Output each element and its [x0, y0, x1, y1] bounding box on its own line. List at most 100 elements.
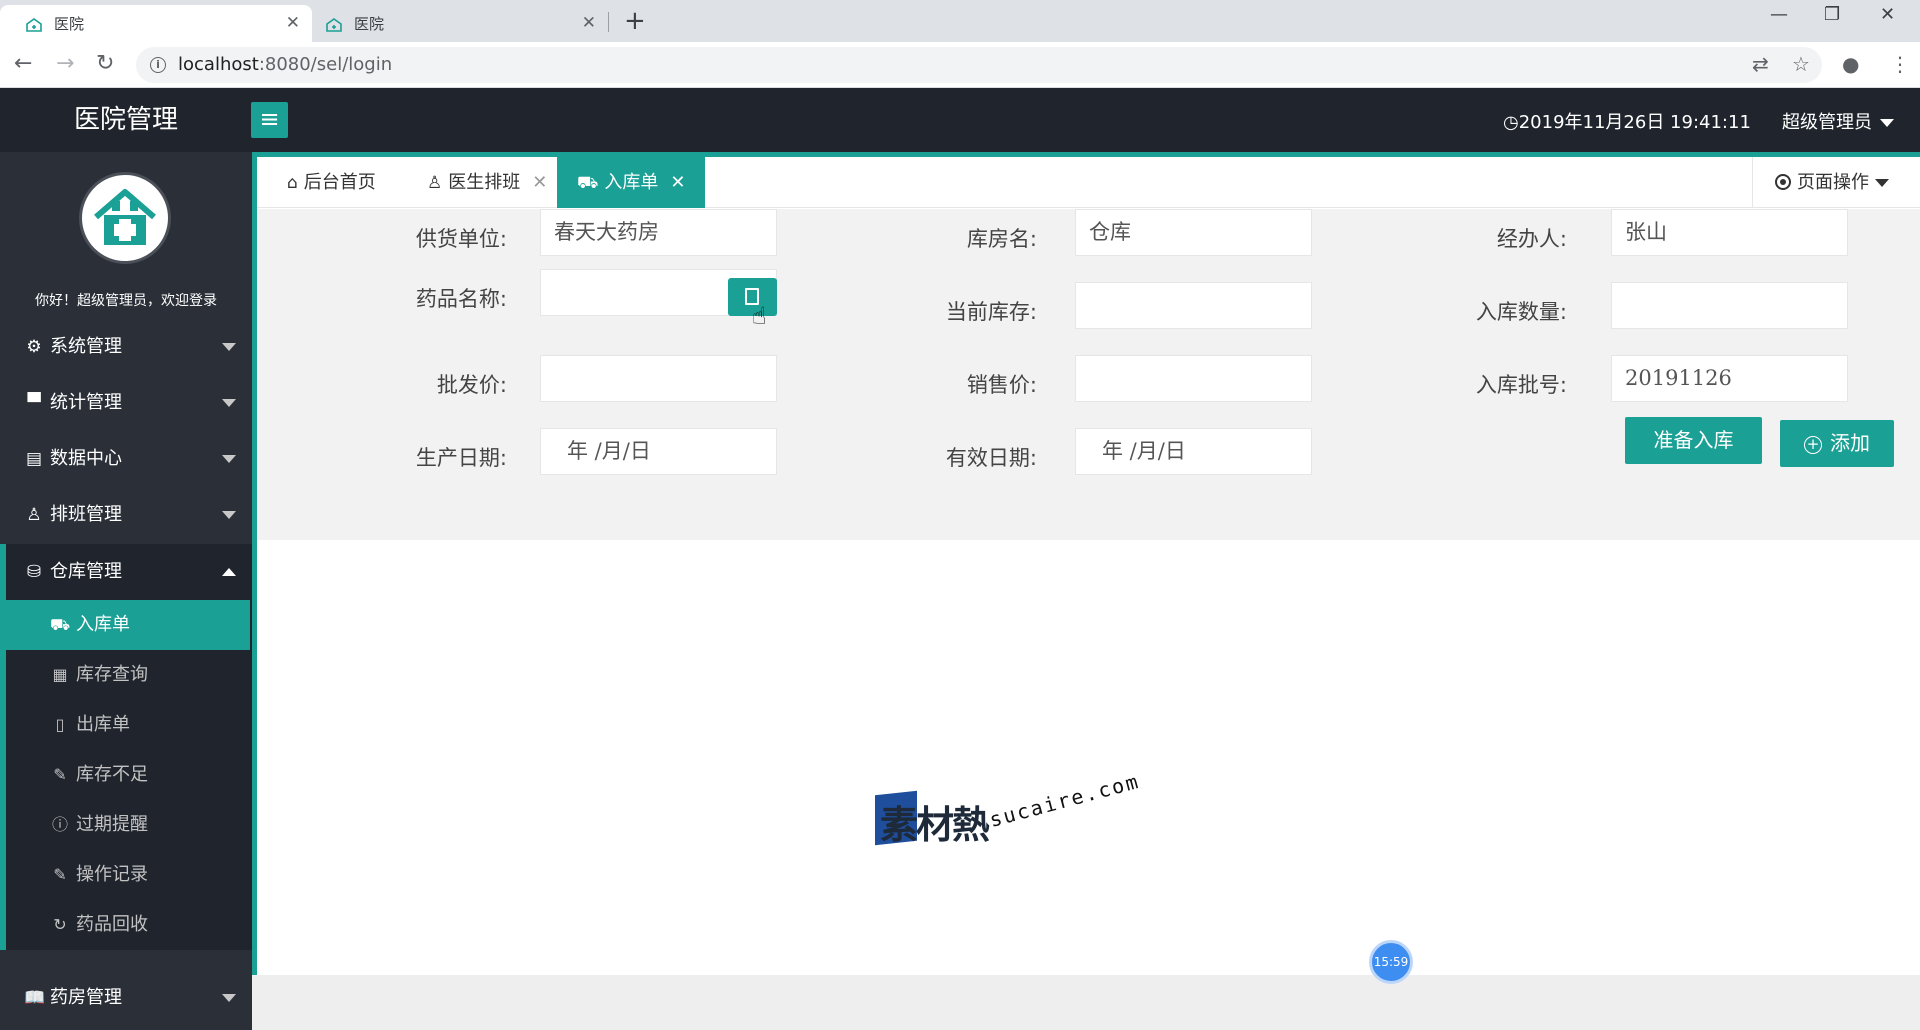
wholesale-price-input[interactable]: [540, 355, 777, 402]
cart-icon: ⛟: [50, 615, 71, 634]
timer-badge[interactable]: 15:59: [1369, 940, 1413, 984]
chevron-down-icon: [222, 343, 236, 351]
chevron-down-icon: [1875, 179, 1889, 187]
sidebar-item-label: 仓库管理: [50, 561, 122, 582]
hamburger-menu-icon[interactable]: ≡: [251, 102, 288, 138]
sidebar-subitem-expiry-alert[interactable]: ⓘ 过期提醒: [6, 800, 250, 850]
translate-icon[interactable]: ⇄: [1752, 52, 1769, 76]
sidebar-item-label: 统计管理: [50, 392, 122, 413]
sidebar-item-data-center[interactable]: ▤ 数据中心: [0, 431, 252, 487]
close-window-icon[interactable]: ✕: [1880, 4, 1895, 25]
hand-cursor-icon: ☝: [752, 302, 767, 330]
prod-date-label: 生产日期:: [415, 446, 507, 470]
browser-tab-bar: 医院 ✕ 医院 ✕ + — ❐ ✕: [0, 0, 1920, 42]
tab-home[interactable]: ⌂ 后台首页: [267, 157, 376, 208]
close-icon[interactable]: ✕: [670, 172, 685, 193]
minimize-icon[interactable]: —: [1770, 4, 1788, 25]
chevron-down-icon: [222, 994, 236, 1002]
url-omnibox[interactable]: i localhost:8080/sel/login: [136, 47, 1822, 83]
plus-circle-icon: +: [1804, 436, 1822, 454]
kebab-menu-icon[interactable]: ⋮: [1890, 52, 1910, 76]
sidebar-item-scheduling[interactable]: ♙ 排班管理: [0, 487, 252, 543]
tab-label: 入库单: [604, 172, 659, 193]
sidebar-subitem-stock-out[interactable]: ▯ 出库单: [6, 700, 250, 750]
info-icon: ⓘ: [51, 815, 68, 834]
exp-date-input[interactable]: 年 /月/日: [1075, 428, 1312, 475]
user-icon: ♙: [427, 173, 443, 193]
in-qty-label: 入库数量:: [1475, 300, 1567, 324]
browser-tab-1[interactable]: 医院 ✕: [0, 5, 312, 42]
star-icon[interactable]: ☆: [1792, 52, 1810, 76]
close-tab-icon[interactable]: ✕: [582, 13, 596, 33]
close-tab-icon[interactable]: ✕: [286, 13, 300, 33]
chevron-down-icon: [222, 511, 236, 519]
app-brand: 医院管理: [73, 105, 178, 135]
prod-date-input[interactable]: 年 /月/日: [540, 428, 777, 475]
avatar: [79, 172, 171, 264]
back-icon[interactable]: ←: [14, 50, 32, 78]
app-header: 医院管理 ≡ ◷2019年11月26日 19:41:11 超级管理员: [0, 88, 1920, 152]
address-bar: ← → ↻ i localhost:8080/sel/login: [0, 42, 1920, 88]
exp-date-label: 有效日期:: [945, 446, 1037, 470]
prepare-stock-in-button[interactable]: 准备入库: [1625, 417, 1762, 464]
sidebar-subitem-label: 库存不足: [76, 764, 148, 785]
add-button[interactable]: + 添加: [1780, 420, 1894, 467]
document-icon: ▤: [25, 449, 43, 469]
page-tab-strip: ⌂ 后台首页 ♙ 医生排班 ✕ ⛟ 入库单 ✕ 页面操作: [252, 152, 1920, 208]
sidebar-subitem-label: 出库单: [76, 714, 130, 735]
url-path: :8080/sel/login: [258, 54, 393, 75]
clock-icon: ◷: [1503, 112, 1519, 133]
warehouse-label: 库房名:: [966, 227, 1037, 251]
close-icon[interactable]: ✕: [532, 172, 547, 193]
calendar-icon: ▦: [52, 665, 68, 684]
in-qty-input[interactable]: [1611, 282, 1848, 329]
warehouse-icon: ⛁: [26, 562, 42, 582]
sidebar-subitem-stock-in[interactable]: ⛟ 入库单: [6, 600, 250, 650]
supplier-label: 供货单位:: [415, 227, 507, 251]
sale-price-label: 销售价:: [966, 373, 1037, 397]
user-icon: ♙: [26, 505, 42, 525]
reload-icon[interactable]: ↻: [96, 50, 114, 78]
add-button-label: 添加: [1830, 431, 1870, 455]
hospital-favicon-icon: [26, 18, 42, 32]
url-host: localhost: [178, 54, 259, 75]
sidebar-subitem-stock-query[interactable]: ▦ 库存查询: [6, 650, 250, 700]
page-operations-menu[interactable]: 页面操作: [1752, 157, 1920, 208]
handler-input[interactable]: 张山: [1611, 209, 1848, 256]
page-ops-label: 页面操作: [1797, 172, 1869, 193]
sidebar-subitem-op-log[interactable]: ✎ 操作记录: [6, 850, 250, 900]
sale-price-input[interactable]: [1075, 355, 1312, 402]
new-tab-icon[interactable]: +: [624, 6, 646, 36]
batch-no-label: 入库批号:: [1475, 373, 1567, 397]
sidebar-item-pharmacy[interactable]: 📖 药房管理: [0, 970, 252, 1026]
stock-in-form: 供货单位: 春天大药房 库房名: 仓库 经办人: 张山 药品名称: ☝ 当前库存…: [257, 209, 1920, 540]
home-icon: ⌂: [287, 173, 298, 193]
sidebar-subitem-low-stock[interactable]: ✎ 库存不足: [6, 750, 250, 800]
forward-icon[interactable]: →: [56, 50, 74, 78]
sidebar-item-system[interactable]: ⚙ 系统管理: [0, 319, 252, 375]
sidebar-subitem-recycle[interactable]: ↻ 药品回收: [6, 900, 250, 950]
user-menu[interactable]: 超级管理员: [1782, 108, 1894, 134]
tab-doctor-schedule[interactable]: ♙ 医生排班 ✕: [407, 157, 547, 208]
sidebar-item-warehouse[interactable]: ⛁ 仓库管理: [0, 544, 252, 600]
tab-label: 后台首页: [303, 172, 376, 193]
supplier-input[interactable]: 春天大药房: [540, 209, 777, 256]
tab-label: 医生排班: [448, 172, 521, 193]
book-icon: 📖: [24, 988, 46, 1008]
sidebar-item-statistics[interactable]: ▀ 统计管理: [0, 375, 252, 431]
gear-icon: ⚙: [26, 337, 42, 357]
account-icon[interactable]: ●: [1842, 52, 1859, 76]
browser-tab-2[interactable]: 医院 ✕: [300, 5, 608, 42]
current-stock-input[interactable]: [1075, 282, 1312, 329]
datetime-text: 2019年11月26日 19:41:11: [1518, 112, 1751, 133]
warehouse-input[interactable]: 仓库: [1075, 209, 1312, 256]
url-text[interactable]: localhost:8080/sel/login: [178, 54, 392, 75]
tab-stock-in[interactable]: ⛟ 入库单 ✕: [557, 157, 705, 208]
batch-no-input[interactable]: 20191126: [1611, 355, 1848, 402]
chevron-down-icon: [1880, 119, 1894, 127]
welcome-text: 你好！超级管理员，欢迎登录: [35, 293, 217, 309]
edit-icon: ✎: [53, 865, 67, 884]
site-info-icon[interactable]: i: [150, 57, 166, 73]
restore-icon[interactable]: ❐: [1824, 4, 1840, 25]
user-name: 超级管理员: [1782, 112, 1872, 133]
